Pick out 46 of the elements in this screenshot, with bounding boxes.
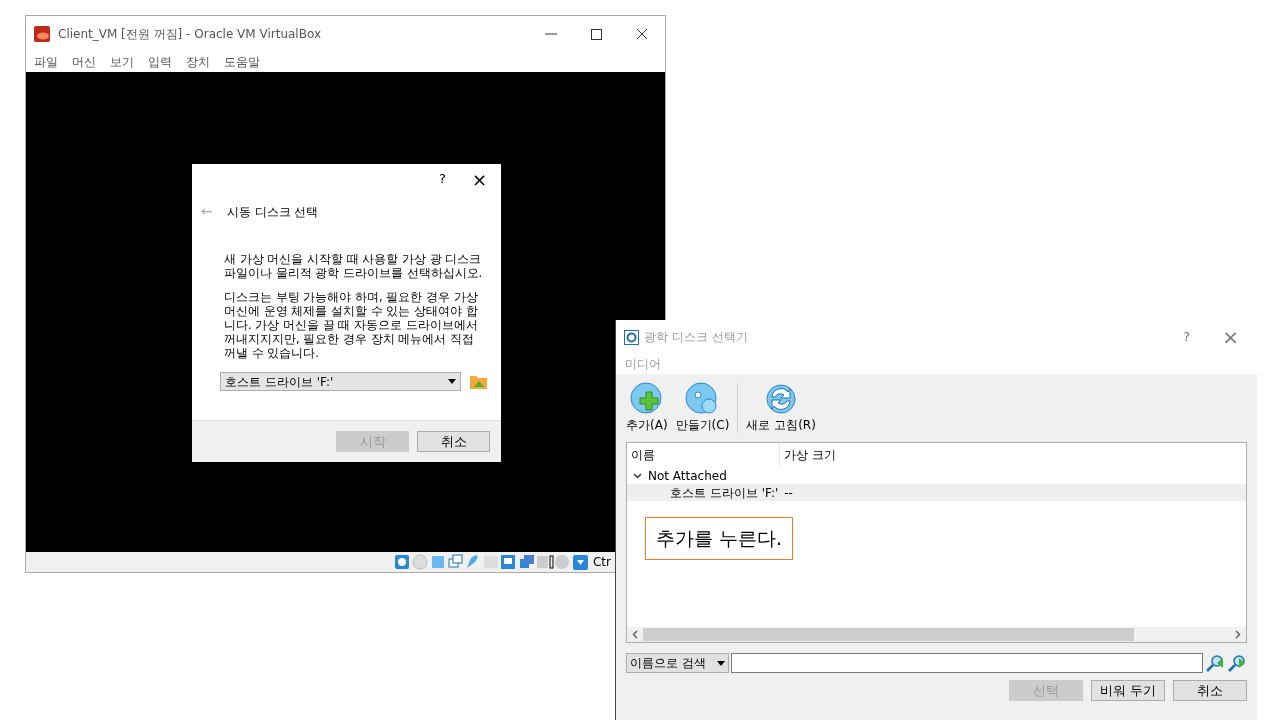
menu-item[interactable]: 장치 [186,52,210,71]
host-key-label: Ctr [592,554,611,571]
search-previous-icon[interactable] [1205,654,1225,672]
disc-icon [624,329,639,345]
dialog-button[interactable]: 취소 [1173,680,1247,701]
menu-item[interactable]: 보기 [110,52,134,71]
refresh-icon [764,382,799,416]
dialog-heading: 시동 디스크 선택 [226,203,319,221]
search-next-icon[interactable] [1227,654,1247,672]
scroll-left-icon[interactable] [632,630,638,639]
close-button[interactable]: × [471,165,487,193]
column-header[interactable]: 가상 크기 [780,443,836,467]
media-row[interactable]: 호스트 드라이브 'F:' -- [627,484,1246,501]
maximize-icon[interactable] [591,28,602,40]
menu-item[interactable]: 파일 [34,52,58,71]
app-logo-icon [34,26,50,42]
scrollbar-thumb[interactable] [643,628,1134,641]
menu-item[interactable]: 도움말 [224,52,260,71]
chevron-icon[interactable] [633,471,642,480]
drive-dropdown[interactable]: 호스트 드라이브 'F:' [220,372,461,391]
dialog-button[interactable]: 비워 두기 [1091,680,1165,701]
dialog-button[interactable]: 취소 [417,431,490,452]
close-icon[interactable] [636,28,648,40]
plus-disc-icon [629,382,664,416]
scroll-right-icon[interactable] [1235,630,1241,639]
disc-icon [685,382,720,416]
toolbar-button[interactable]: 새로 고침(R) [746,382,816,434]
toolbar-button[interactable]: 추가(A) [626,382,668,434]
search-mode-dropdown[interactable]: 이름으로 검색 [626,653,729,673]
description-text: 디스크는 부팅 가능해야 하며, 필요한 경우 가상 머신에 운영 체제를 설치할 수 있는 상태여야 합니다. 가상 머신을 끌 때 자동으로 드라이브에서 꺼내지지지만, 필요한 경우 장치 메뉴에서 직접 꺼낼 수 있습니다. [224,290,479,360]
annotation-callout: 추가를 누른다. [645,517,794,560]
caret-icon [448,379,456,384]
window-title: Client_VM [전원 꺼짐] - Oracle VM VirtualBox [58,26,321,43]
help-button[interactable]: ? [439,169,446,189]
close-button[interactable]: × [1222,322,1239,352]
window-title: 광학 디스크 선택기 [644,329,748,346]
group-label: Not Attached [648,467,727,485]
search-field[interactable] [731,653,1203,673]
description-text: 새 가상 머신을 시작할 때 사용할 가상 광 디스크 파일이나 물리적 광학 드라이브를 선택하십시오. [224,252,484,280]
menu-item[interactable]: 입력 [148,52,172,71]
toolbar-button[interactable]: 만들기(C) [675,382,730,434]
folder-icon[interactable] [470,374,487,389]
help-button[interactable]: ? [1183,327,1191,347]
caret-icon [717,660,725,666]
column-header[interactable]: 이름 [627,443,780,467]
menu-item[interactable]: 머신 [72,52,96,71]
